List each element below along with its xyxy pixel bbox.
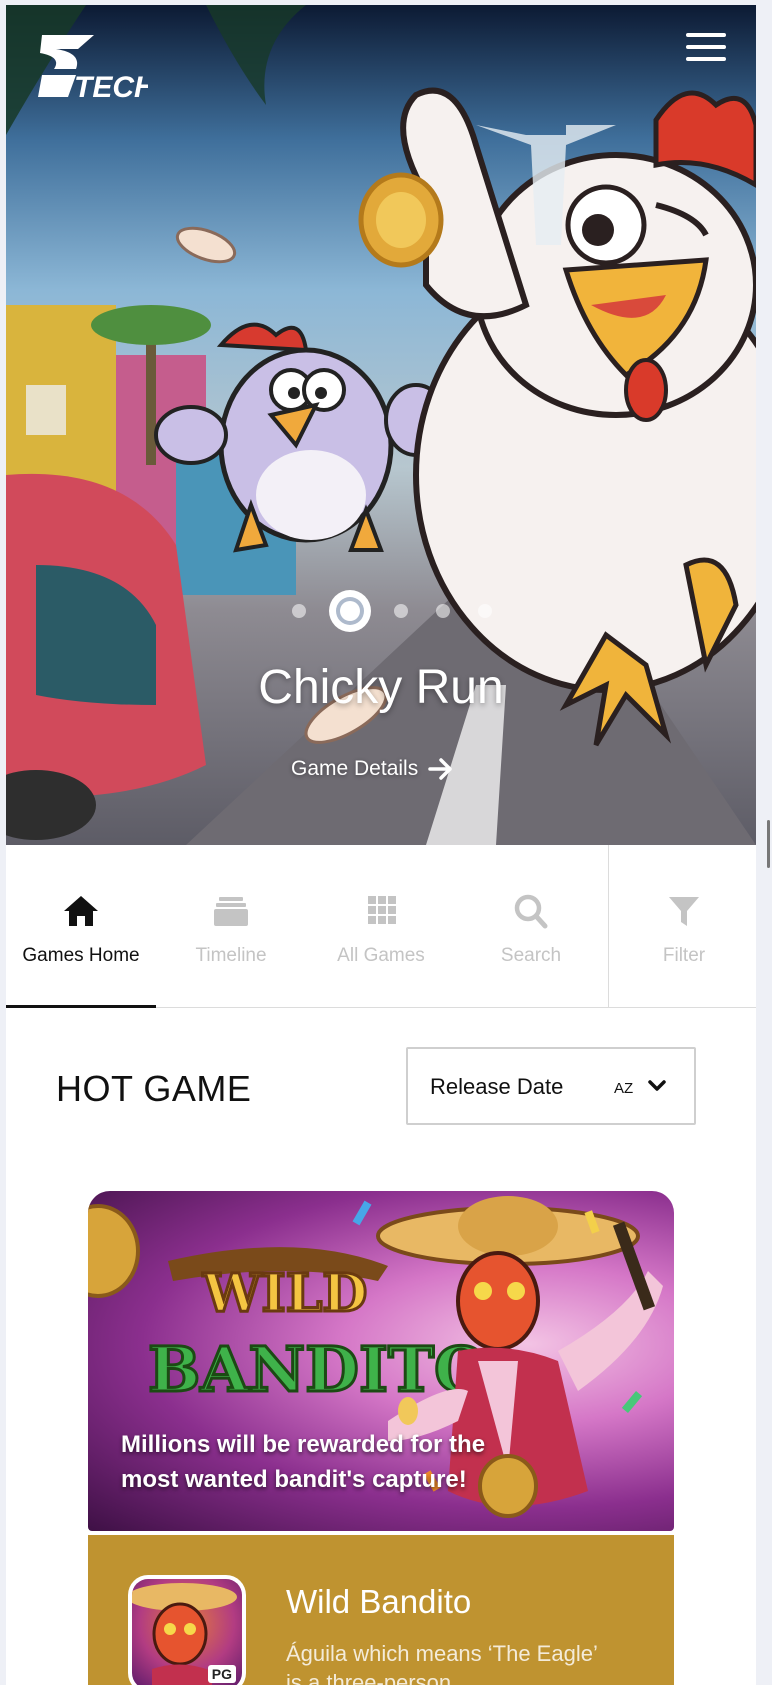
home-icon	[64, 896, 98, 926]
arrow-right-icon	[428, 758, 452, 780]
hero-illustration	[6, 5, 756, 845]
game-name[interactable]: Wild Bandito	[286, 1583, 471, 1621]
nav-tabs: Games Home Timeline All Games Search Fil…	[6, 845, 756, 1008]
carousel-dot[interactable]	[436, 604, 450, 618]
carousel-dot[interactable]	[394, 604, 408, 618]
hamburger-menu-icon[interactable]	[686, 33, 726, 67]
tab-label: All Games	[337, 945, 425, 966]
search-icon	[514, 894, 548, 929]
game-description: Águila which means ‘The Eagle’ is a thre…	[286, 1641, 598, 1685]
game-banner[interactable]: WILD BANDITO Millions will be rewarded f…	[88, 1191, 674, 1531]
game-card[interactable]: WILD BANDITO Millions will be rewarded f…	[88, 1191, 674, 1685]
tab-timeline[interactable]: Timeline	[156, 845, 306, 1007]
filter-icon	[669, 897, 699, 926]
game-thumbnail-art: PG	[132, 1579, 242, 1685]
game-details-link[interactable]: Game Details	[291, 757, 454, 781]
timeline-icon	[214, 897, 248, 926]
sort-selected-value: Release Date	[430, 1074, 564, 1099]
page: TECH Chicky Run Game Details Games Home	[6, 5, 756, 1685]
banner-tagline: Millions will be rewarded for the most w…	[121, 1431, 486, 1493]
chevron-down-icon	[648, 1080, 666, 1091]
tab-label: Timeline	[195, 945, 267, 966]
carousel-pagination	[278, 593, 506, 629]
tab-search[interactable]: Search	[456, 845, 606, 1007]
tab-all-games[interactable]: All Games	[306, 845, 456, 1007]
tab-label: Filter	[662, 945, 706, 966]
tab-label: Games Home	[22, 945, 140, 966]
grid-icon	[368, 896, 396, 924]
game-info-panel: PG Wild Bandito Águila which means ‘The …	[88, 1535, 674, 1685]
scrollbar-thumb[interactable]	[767, 820, 770, 868]
tab-games-home[interactable]: Games Home	[6, 845, 156, 1008]
carousel-dot-active[interactable]	[336, 597, 364, 625]
sort-order-label: AZ	[614, 1080, 634, 1097]
brand-logo-text: TECH	[74, 71, 148, 103]
carousel-dot[interactable]	[292, 604, 306, 618]
carousel-dot[interactable]	[478, 604, 492, 618]
banner-logo-line1: WILD	[202, 1263, 367, 1324]
brand-logo-icon[interactable]: TECH	[36, 31, 148, 103]
tab-label: Search	[500, 945, 562, 966]
game-thumbnail[interactable]: PG	[128, 1575, 246, 1685]
provider-badge: PG	[207, 1665, 236, 1683]
tab-filter[interactable]: Filter	[609, 845, 756, 1007]
hero-banner[interactable]: TECH Chicky Run Game Details	[6, 5, 756, 845]
section-title: HOT GAME	[56, 1068, 252, 1109]
hero-game-title: Chicky Run	[258, 661, 504, 714]
sort-dropdown[interactable]: Release Date AZ	[406, 1047, 696, 1125]
game-details-label: Game Details	[291, 757, 419, 780]
